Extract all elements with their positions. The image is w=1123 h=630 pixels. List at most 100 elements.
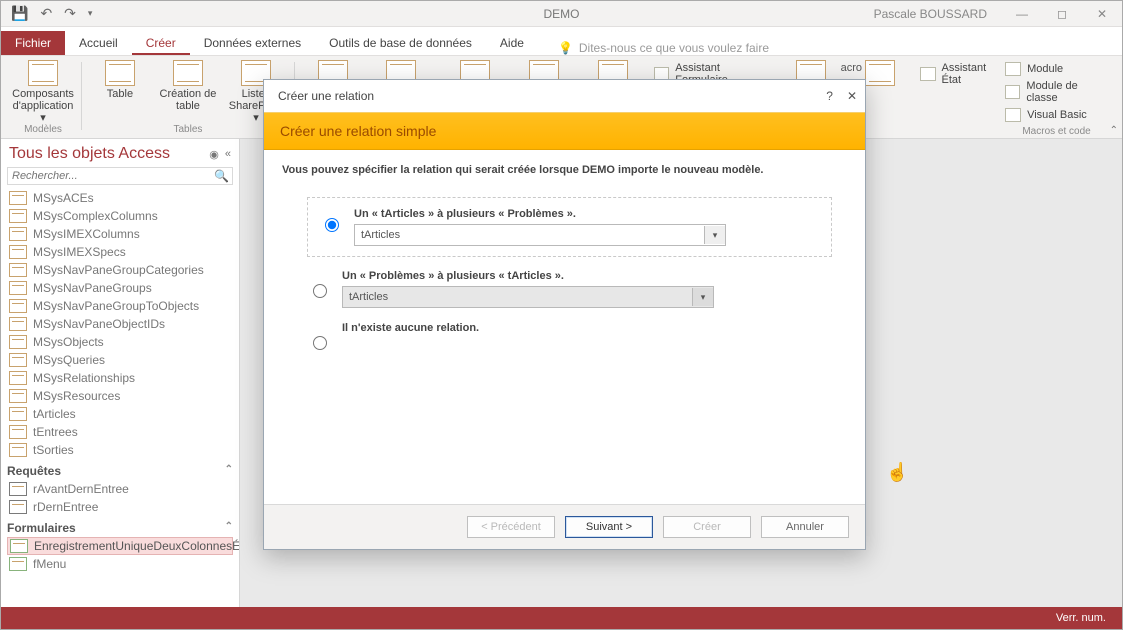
report-wizard-button[interactable]: Assistant État <box>920 60 1005 88</box>
table-icon <box>9 353 27 367</box>
tab-help[interactable]: Aide <box>486 31 538 55</box>
relation-option-1-value: tArticles <box>355 229 704 241</box>
nav-dropdown-icon[interactable]: ◉ <box>209 148 219 161</box>
group-tables: Tables <box>90 124 286 135</box>
ribbon-tabs: Fichier Accueil Créer Données externes O… <box>1 27 1122 56</box>
nav-pane-title[interactable]: Tous les objets Access <box>9 145 170 163</box>
dialog-intro: Vous pouvez spécifier la relation qui se… <box>282 164 847 176</box>
nav-table-item[interactable]: tEntrees <box>7 423 233 441</box>
visual-basic-button[interactable]: Visual Basic <box>1005 106 1108 124</box>
nav-table-item[interactable]: MSysACEs <box>7 189 233 207</box>
table-design-icon <box>173 60 203 86</box>
nav-table-item[interactable]: MSysResources <box>7 387 233 405</box>
title-bar: 💾 ↶ ↷ ▾ DEMO Pascale BOUSSARD — ◻ ✕ <box>1 1 1122 27</box>
nav-query-item[interactable]: rAvantDernEntree <box>7 480 233 498</box>
table-icon <box>9 407 27 421</box>
search-icon[interactable]: 🔍 <box>214 169 229 183</box>
nav-form-item[interactable]: EnregistrementUniqueDeuxColonnesÉt... <box>7 537 233 555</box>
table-icon <box>9 389 27 403</box>
class-module-button[interactable]: Module de classe <box>1005 78 1108 106</box>
query-icon <box>9 500 27 514</box>
table-icon <box>9 227 27 241</box>
nav-shutter-icon[interactable]: « <box>225 148 231 161</box>
nav-query-item[interactable]: rDernEntree <box>7 498 233 516</box>
nav-category-forms[interactable]: Formulaires⌃ <box>7 516 233 537</box>
nav-table-item[interactable]: MSysNavPaneGroups <box>7 279 233 297</box>
table-icon <box>9 263 27 277</box>
create-button[interactable]: Créer <box>663 516 751 538</box>
close-window-button[interactable]: ✕ <box>1082 1 1122 26</box>
nav-table-item[interactable]: MSysRelationships <box>7 369 233 387</box>
previous-button[interactable]: < Précédent <box>467 516 555 538</box>
dialog-close-icon[interactable]: ✕ <box>847 89 857 103</box>
help-icon[interactable]: ? <box>826 89 833 103</box>
form-icon <box>10 539 28 553</box>
macro-button-partial[interactable]: acro <box>841 62 862 74</box>
group-templates: Modèles <box>13 124 73 135</box>
nav-table-item[interactable]: MSysQueries <box>7 351 233 369</box>
dialog-title: Créer une relation <box>278 89 374 103</box>
table-icon <box>9 245 27 259</box>
nav-table-item[interactable]: MSysComplexColumns <box>7 207 233 225</box>
ribbon-collapse-icon[interactable]: ⌃ <box>1110 125 1118 136</box>
nav-table-item[interactable]: tSorties <box>7 441 233 459</box>
nav-table-item[interactable]: MSysObjects <box>7 333 233 351</box>
table-icon <box>9 443 27 457</box>
relation-option-1-combo[interactable]: tArticles ▾ <box>354 224 726 246</box>
relation-option-3-radio[interactable] <box>313 336 327 350</box>
nav-table-item[interactable]: MSysNavPaneGroupToObjects <box>7 297 233 315</box>
class-module-icon <box>1005 85 1020 99</box>
nav-table-item[interactable]: tArticles <box>7 405 233 423</box>
tab-create[interactable]: Créer <box>132 31 190 55</box>
group-code-caption: Macros et code <box>1005 126 1108 137</box>
relation-option-2-radio[interactable] <box>313 284 327 298</box>
tell-me-placeholder: Dites-nous ce que vous voulez faire <box>579 41 769 55</box>
table-icon <box>9 299 27 313</box>
minimize-button[interactable]: — <box>1002 1 1042 26</box>
tell-me[interactable]: 💡 Dites-nous ce que vous voulez faire <box>558 41 769 55</box>
table-icon <box>9 209 27 223</box>
tab-home[interactable]: Accueil <box>65 31 132 55</box>
nav-table-item[interactable]: MSysIMEXSpecs <box>7 243 233 261</box>
table-button[interactable]: Table <box>90 60 150 124</box>
application-parts-button[interactable]: Composants d'application ▾ <box>13 60 73 124</box>
table-icon <box>9 335 27 349</box>
nav-table-item[interactable]: MSysIMEXColumns <box>7 225 233 243</box>
create-relation-dialog: Créer une relation ? ✕ Créer une relatio… <box>263 79 866 550</box>
query-icon <box>9 482 27 496</box>
report-design-icon <box>865 60 895 86</box>
module-icon <box>1005 62 1021 76</box>
nav-search-input[interactable] <box>7 167 233 185</box>
relation-option-3-label: Il n'existe aucune relation. <box>342 322 847 334</box>
nav-table-item[interactable]: MSysNavPaneObjectIDs <box>7 315 233 333</box>
cancel-button[interactable]: Annuler <box>761 516 849 538</box>
nav-search[interactable]: 🔍 <box>7 167 233 185</box>
lightbulb-icon: 💡 <box>558 41 573 55</box>
report-wizard-icon <box>920 67 935 81</box>
chevron-down-icon: ▾ <box>692 288 713 306</box>
navigation-pane: Tous les objets Access ◉« 🔍 MSysACEsMSys… <box>1 139 240 616</box>
table-icon <box>9 425 27 439</box>
table-icon <box>9 317 27 331</box>
dialog-heading: Créer une relation simple <box>264 112 865 150</box>
chevron-down-icon[interactable]: ▾ <box>704 226 725 244</box>
relation-option-2-label: Un « Problèmes » à plusieurs « tArticles… <box>342 270 847 282</box>
nav-category-queries[interactable]: Requêtes⌃ <box>7 459 233 480</box>
form-icon <box>9 557 27 571</box>
relation-option-2-value: tArticles <box>343 291 692 303</box>
module-button[interactable]: Module <box>1005 60 1108 78</box>
tab-file[interactable]: Fichier <box>1 31 65 55</box>
tab-database-tools[interactable]: Outils de base de données <box>315 31 486 55</box>
group-macros-code: Module Module de classe Visual Basic Mac… <box>1005 60 1116 137</box>
relation-option-2-combo[interactable]: tArticles ▾ <box>342 286 714 308</box>
next-button[interactable]: Suivant > <box>565 516 653 538</box>
dialog-button-bar: < Précédent Suivant > Créer Annuler <box>264 504 865 549</box>
relation-option-1-radio[interactable] <box>325 218 339 232</box>
maximize-button[interactable]: ◻ <box>1042 1 1082 26</box>
nav-form-item[interactable]: fMenu <box>7 555 233 573</box>
nav-table-item[interactable]: MSysNavPaneGroupCategories <box>7 261 233 279</box>
tab-external-data[interactable]: Données externes <box>190 31 315 55</box>
table-design-button[interactable]: Création de table <box>158 60 218 124</box>
table-icon <box>9 191 27 205</box>
signed-in-user: Pascale BOUSSARD <box>874 7 987 21</box>
